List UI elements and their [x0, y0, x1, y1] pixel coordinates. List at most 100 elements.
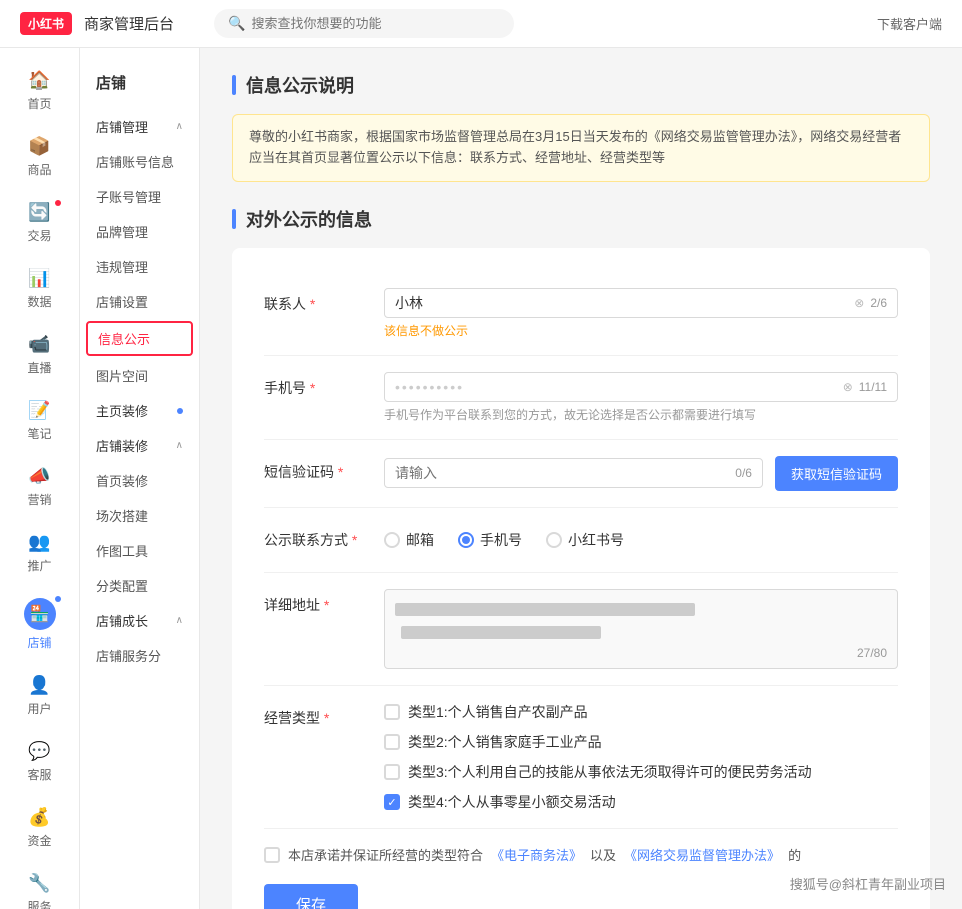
sidebar-item-homepage-decor-item[interactable]: 首页装修 — [80, 463, 199, 498]
contact-input[interactable] — [395, 295, 854, 311]
section-store-manage[interactable]: 店铺管理 ∧ — [80, 109, 199, 144]
save-button[interactable]: 保存 — [264, 884, 358, 909]
promote-icon: 👥 — [28, 532, 50, 553]
sidebar-primary-label-notes: 笔记 — [27, 425, 51, 442]
section-store-growth[interactable]: 店铺成长 ∧ — [80, 603, 199, 638]
address-content — [395, 598, 887, 643]
checkbox-type4-box — [384, 794, 400, 810]
sidebar-item-goods[interactable]: 📦 商品 — [0, 124, 79, 190]
notice-box: 尊敬的小红书商家，根据国家市场监督管理总局在3月15日当天发布的《网络交易监管管… — [232, 114, 930, 182]
sidebar-primary-label-promote: 推广 — [27, 557, 51, 574]
section-homepage-decor-label: 主页装修 — [96, 401, 148, 420]
sms-input[interactable] — [395, 465, 735, 481]
sidebar-item-service[interactable]: 💬 客服 — [0, 729, 79, 795]
phone-clear-icon[interactable]: ⊗ — [843, 380, 853, 394]
sidebar-item-notes[interactable]: 📝 笔记 — [0, 388, 79, 454]
sms-required: * — [338, 464, 343, 480]
sidebar-item-category-config[interactable]: 分类配置 — [80, 568, 199, 603]
sidebar-primary: 🏠 首页 📦 商品 🔄 交易 📊 数据 📹 直播 📝 笔记 📣 营销 — [0, 48, 80, 909]
sidebar-item-data[interactable]: 📊 数据 — [0, 256, 79, 322]
phone-required: * — [310, 380, 315, 396]
checkbox-type2[interactable]: 类型2:个人销售家庭手工业产品 — [384, 732, 898, 752]
checkbox-type3-label: 类型3:个人利用自己的技能从事依法无须取得许可的便民劳务活动 — [408, 762, 812, 782]
search-box[interactable]: 🔍 — [214, 9, 514, 38]
checkbox-type4[interactable]: 类型4:个人从事零星小额交易活动 — [384, 792, 898, 812]
agreement-link2[interactable]: 《网络交易监督管理办法》 — [624, 845, 780, 864]
sidebar-item-trade[interactable]: 🔄 交易 — [0, 190, 79, 256]
contact-clear-icon[interactable]: ⊗ — [854, 296, 864, 310]
business-type-control: 类型1:个人销售自产农副产品 类型2:个人销售家庭手工业产品 类型3:个人利用自… — [384, 702, 898, 812]
sidebar-item-fund[interactable]: 💰 资金 — [0, 795, 79, 861]
radio-xiaohongshu-label: 小红书号 — [568, 530, 624, 550]
homepage-dot — [177, 408, 183, 414]
checkbox-type1-box — [384, 704, 400, 720]
public-title-text: 对外公示的信息 — [246, 206, 372, 232]
sidebar-item-photo-space[interactable]: 图片空间 — [80, 358, 199, 393]
contact-label: 联系人 * — [264, 288, 384, 314]
agreement-row: 本店承诺并保证所经营的类型符合 《电子商务法》 以及 《网络交易监督管理办法》 … — [264, 829, 898, 864]
radio-email-circle — [384, 532, 400, 548]
contact-method-row: 公示联系方式 * 邮箱 手机号 — [264, 508, 898, 573]
logo-area: 小红书 商家管理后台 — [20, 12, 174, 35]
search-area: 🔍 — [214, 9, 837, 38]
radio-email[interactable]: 邮箱 — [384, 530, 434, 550]
phone-hint: 手机号作为平台联系到您的方式，故无论选择是否公示都需要进行填写 — [384, 406, 898, 423]
checkbox-type3[interactable]: 类型3:个人利用自己的技能从事依法无须取得许可的便民劳务活动 — [384, 762, 898, 782]
sidebar-primary-label-services: 服务 — [27, 898, 51, 909]
sms-input-wrapper: 0/6 — [384, 458, 763, 488]
store-icon: 🏪 — [24, 598, 56, 630]
sidebar-item-promote[interactable]: 👥 推广 — [0, 520, 79, 586]
sidebar-item-design-tool[interactable]: 作图工具 — [80, 533, 199, 568]
section-store-decor[interactable]: 店铺装修 ∧ — [80, 428, 199, 463]
sidebar-item-store[interactable]: 🏪 店铺 — [0, 586, 79, 663]
phone-count: 11/11 — [859, 380, 887, 394]
checkbox-type1[interactable]: 类型1:个人销售自产农副产品 — [384, 702, 898, 722]
search-icon: 🔍 — [228, 15, 245, 32]
download-client[interactable]: 下载客户端 — [877, 14, 942, 33]
sidebar-item-scene-build[interactable]: 场次搭建 — [80, 498, 199, 533]
radio-phone-label: 手机号 — [480, 530, 522, 550]
radio-phone[interactable]: 手机号 — [458, 530, 522, 550]
sidebar-item-user[interactable]: 👤 用户 — [0, 663, 79, 729]
address-label: 详细地址 * — [264, 589, 384, 615]
phone-input[interactable] — [395, 379, 843, 395]
chevron-down-icon-2: ∧ — [176, 440, 183, 451]
public-title: 对外公示的信息 — [232, 206, 930, 232]
search-input[interactable] — [251, 16, 500, 31]
sidebar-item-sub-account[interactable]: 子账号管理 — [80, 179, 199, 214]
sms-label: 短信验证码 * — [264, 456, 384, 482]
form-section: 联系人 * ⊗ 2/6 该信息不做公示 手机 — [232, 248, 930, 909]
phone-meta: ⊗ 11/11 — [843, 380, 887, 394]
contact-hint: 该信息不做公示 — [384, 322, 898, 339]
phone-label: 手机号 * — [264, 372, 384, 398]
radio-group-contact: 邮箱 手机号 小红书号 — [384, 524, 898, 556]
notes-icon: 📝 — [28, 400, 50, 421]
sidebar-item-account-info[interactable]: 店铺账号信息 — [80, 144, 199, 179]
radio-email-label: 邮箱 — [406, 530, 434, 550]
sidebar-primary-label-store: 店铺 — [27, 634, 51, 651]
sidebar-item-store-score[interactable]: 店铺服务分 — [80, 638, 199, 673]
sms-row: 短信验证码 * 0/6 获取短信验证码 — [264, 440, 898, 508]
info-title-text: 信息公示说明 — [246, 72, 354, 98]
sidebar-item-live[interactable]: 📹 直播 — [0, 322, 79, 388]
get-sms-button[interactable]: 获取短信验证码 — [775, 456, 898, 491]
radio-xiaohongshu[interactable]: 小红书号 — [546, 530, 624, 550]
section-store-manage-label: 店铺管理 — [96, 117, 148, 136]
sidebar-item-marketing[interactable]: 📣 营销 — [0, 454, 79, 520]
address-row: 详细地址 * 27/80 — [264, 573, 898, 687]
sidebar-primary-label-home: 首页 — [27, 95, 51, 112]
sidebar-item-brand[interactable]: 品牌管理 — [80, 214, 199, 249]
sidebar-item-store-settings[interactable]: 店铺设置 — [80, 284, 199, 319]
header-title: 商家管理后台 — [84, 13, 174, 34]
sidebar-primary-label-service: 客服 — [27, 766, 51, 783]
address-textarea-wrapper[interactable]: 27/80 — [384, 589, 898, 670]
sidebar-item-violation[interactable]: 违规管理 — [80, 249, 199, 284]
agreement-link1[interactable]: 《电子商务法》 — [491, 845, 582, 864]
sidebar-item-info-public[interactable]: 信息公示 — [86, 321, 193, 356]
sidebar-item-home[interactable]: 🏠 首页 — [0, 58, 79, 124]
logo-badge: 小红书 — [20, 12, 72, 35]
agreement-checkbox[interactable] — [264, 847, 280, 863]
section-homepage-decor[interactable]: 主页装修 — [80, 393, 199, 428]
business-type-label: 经营类型 * — [264, 702, 384, 728]
sidebar-item-services[interactable]: 🔧 服务 — [0, 861, 79, 909]
